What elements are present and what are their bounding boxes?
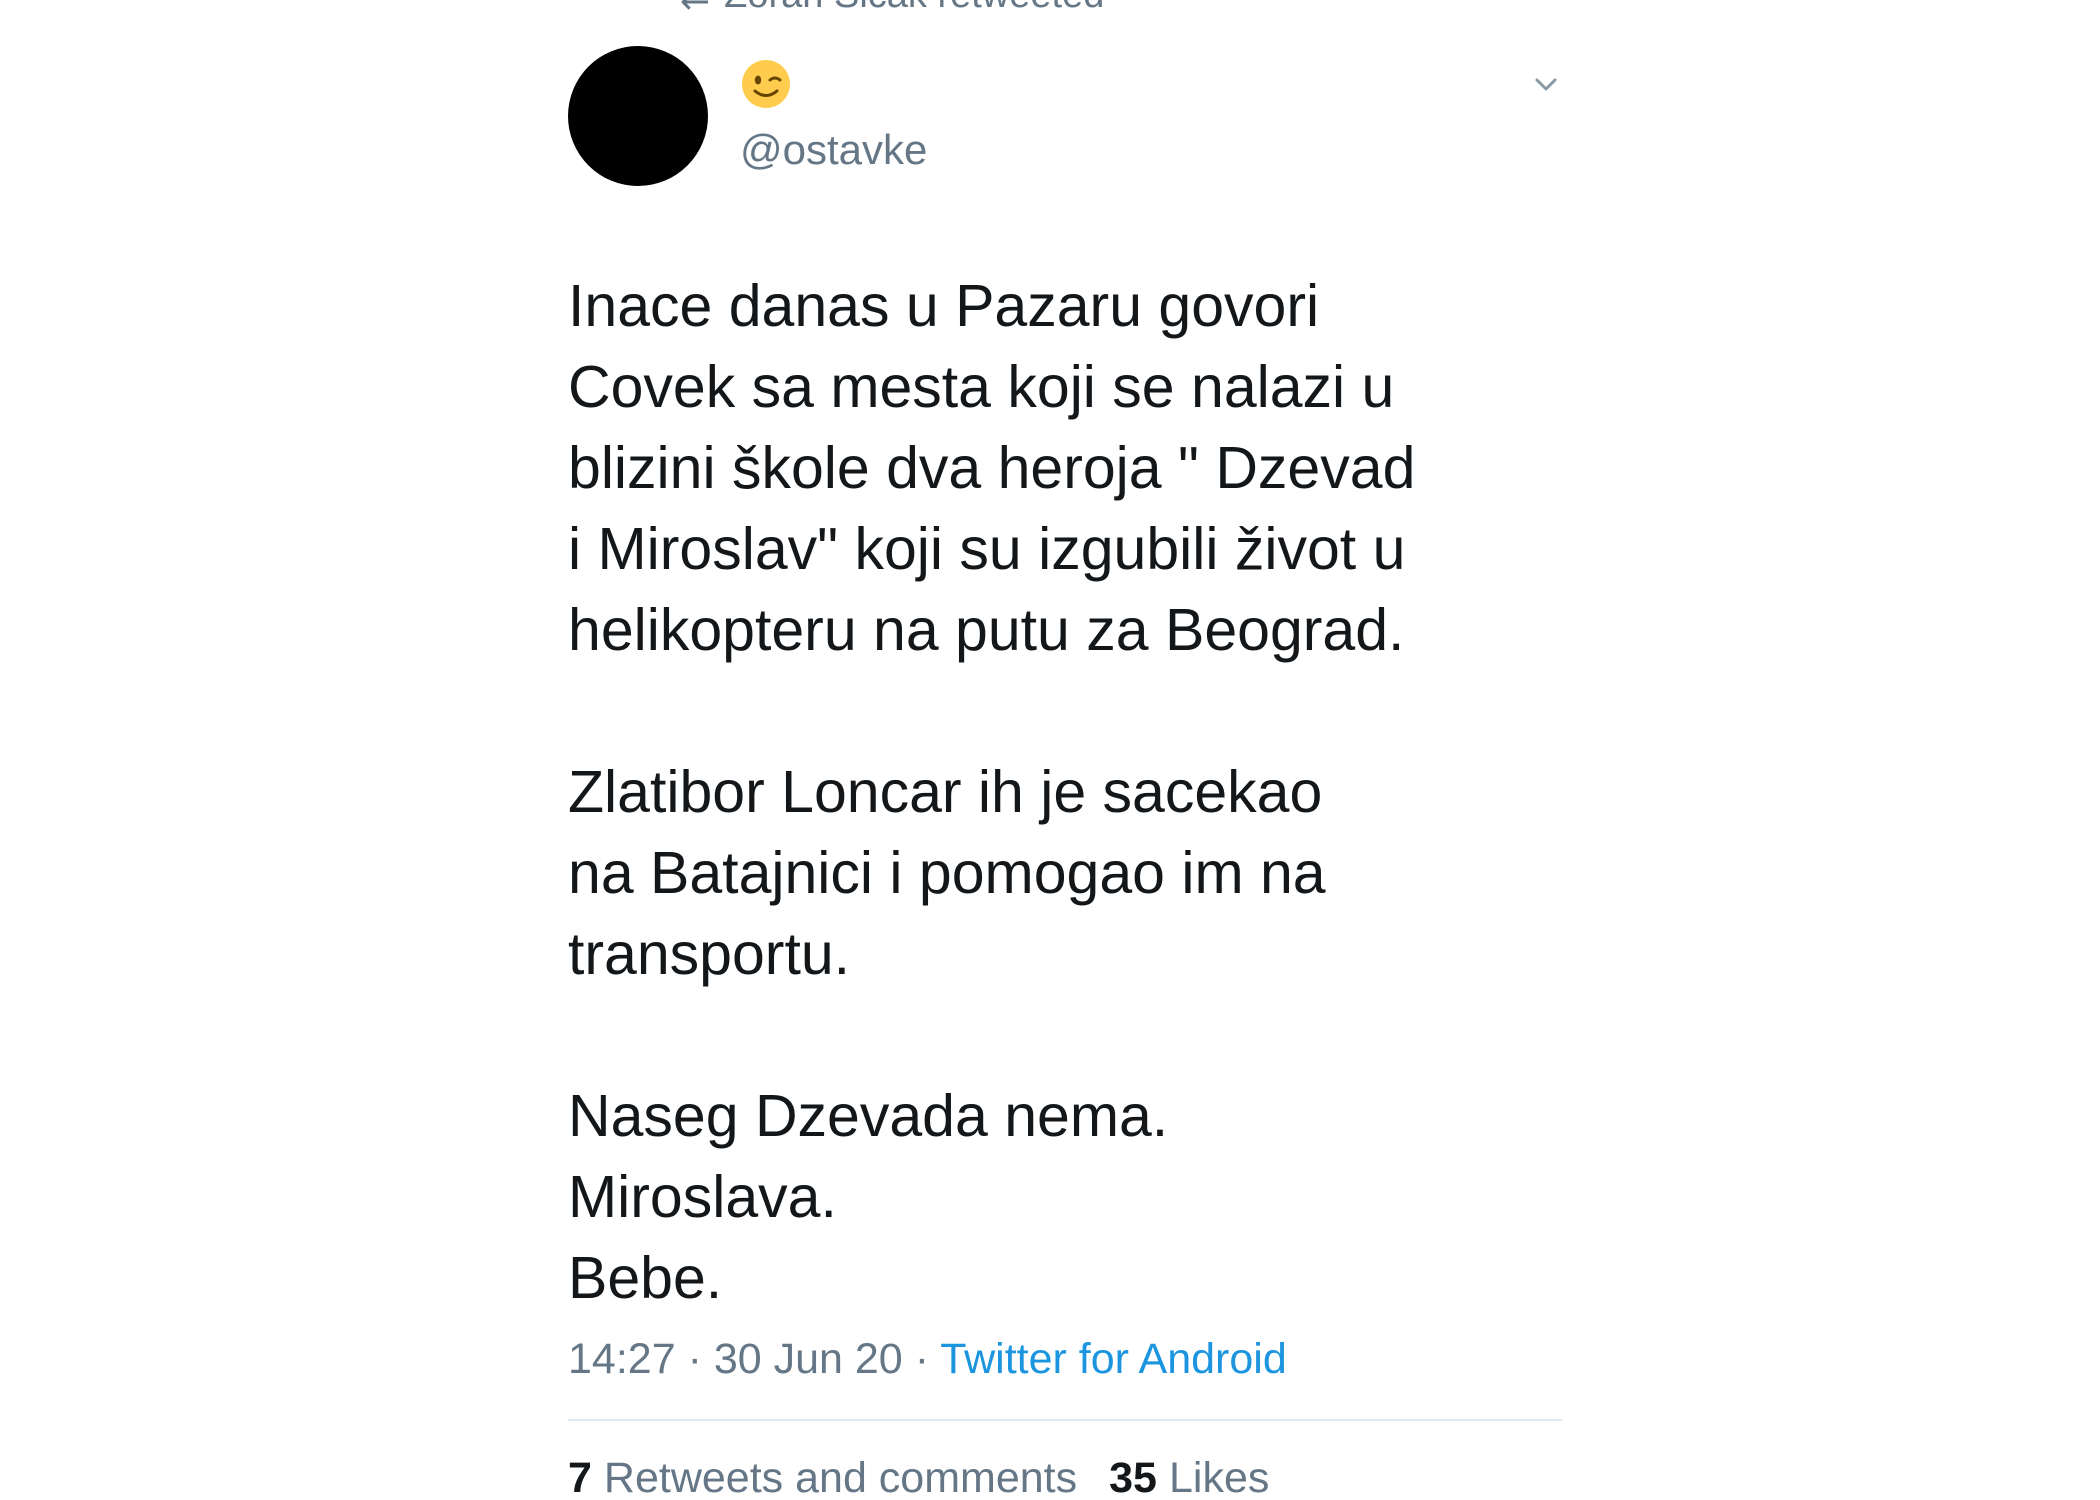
tweet-source-link[interactable]: Twitter for Android [940,1335,1287,1383]
meta-separator: · [687,1335,702,1383]
tweet-metadata: 14:27 · 30 Jun 20 · Twitter for Android [568,1329,1562,1389]
tweet-stats: 7 Retweets and comments 35 Likes [568,1421,1562,1500]
tweet-text: Inace danas u Pazaru govori Covek sa mes… [568,266,1562,1319]
tweet-paragraph: Naseg Dzevada nema. Miroslava. Bebe. [568,1083,1169,1311]
tweet-detail-page: ⇄ Zoran Sicak retweeted @ostavke Inace d… [0,0,2100,1500]
retweets-stat[interactable]: 7 Retweets and comments [568,1454,1077,1500]
retweet-context: ⇄ Zoran Sicak retweeted [680,0,1104,17]
tweet: @ostavke Inace danas u Pazaru govori Cov… [568,44,1562,1500]
retweets-count: 7 [568,1454,592,1500]
retweets-label: Retweets and comments [603,1454,1078,1500]
tweet-time[interactable]: 14:27 [568,1335,676,1383]
retweet-context-text: Zoran Sicak retweeted [724,0,1104,17]
likes-label: Likes [1168,1454,1270,1500]
tweet-paragraph: Inace danas u Pazaru govori Covek sa mes… [568,273,1416,663]
winking-face-emoji[interactable] [740,58,792,110]
retweet-icon: ⇄ [680,0,710,14]
likes-stat[interactable]: 35 Likes [1109,1454,1269,1500]
likes-count: 35 [1109,1454,1157,1500]
tweet-header: @ostavke [568,44,1562,186]
tweet-date[interactable]: 30 Jun 20 [714,1335,903,1383]
avatar[interactable] [568,46,708,186]
user-handle[interactable]: @ostavke [740,126,927,174]
chevron-down-icon[interactable] [1530,68,1562,100]
meta-separator: · [914,1335,930,1383]
tweet-paragraph: Zlatibor Loncar ih je sacekao na Batajni… [568,759,1326,987]
